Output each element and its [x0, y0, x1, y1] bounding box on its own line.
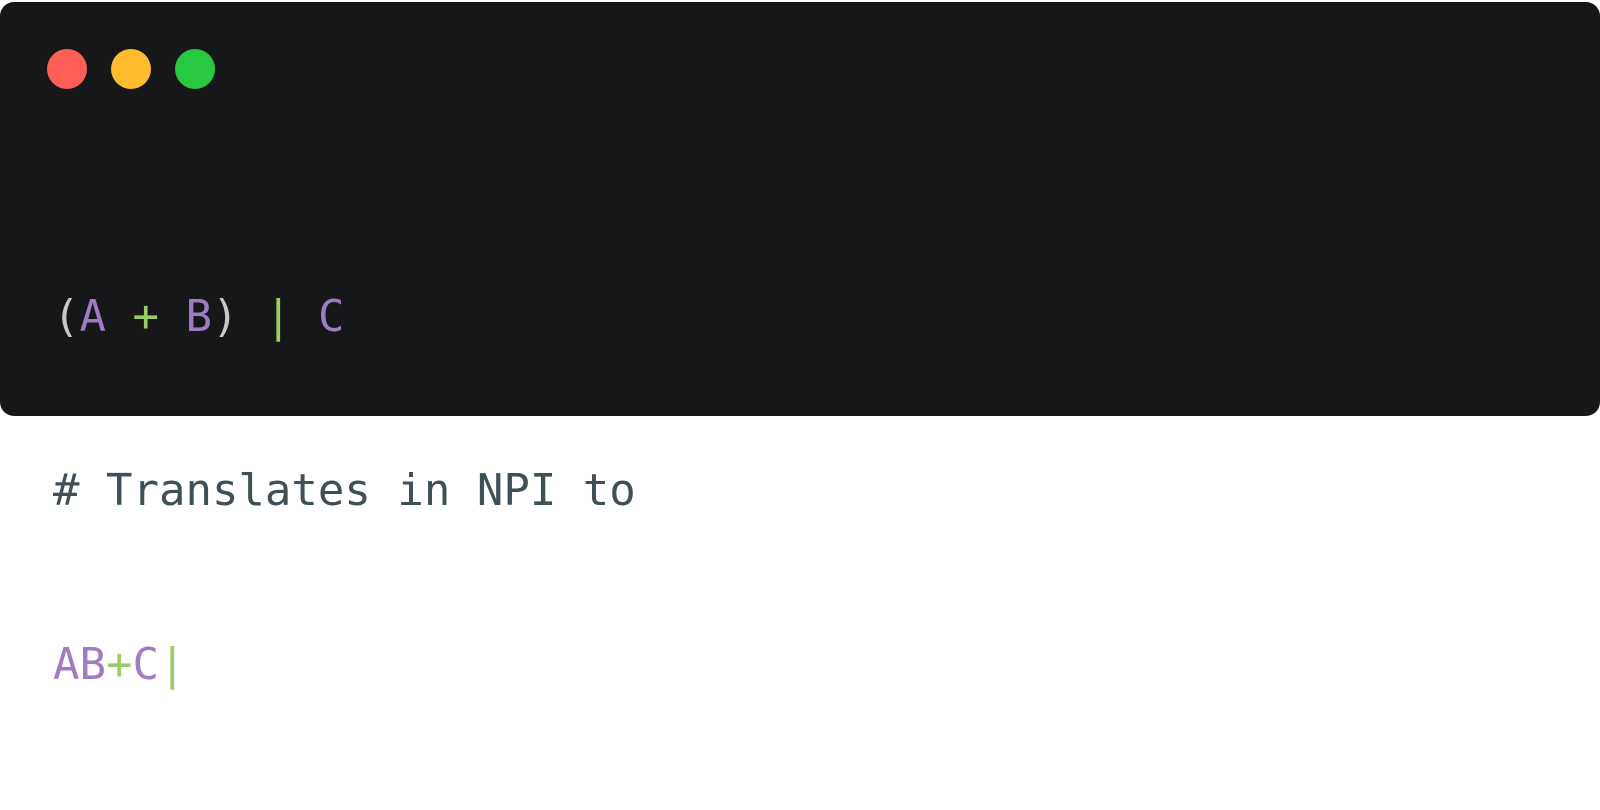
minimize-button[interactable] — [111, 49, 151, 89]
plus-operator: + — [132, 291, 160, 342]
identifier-c: C — [318, 291, 345, 342]
code-line-1: (A + B) | C — [53, 288, 636, 346]
identifier-a: A — [79, 291, 107, 342]
code-comment: # Translates in NPI to — [53, 465, 636, 516]
open-paren: ( — [53, 291, 80, 342]
identifier-c-npi: C — [132, 639, 159, 690]
code-line-2: # Translates in NPI to — [53, 462, 636, 520]
code-window: (A + B) | C # Translates in NPI to AB+C| — [0, 2, 1600, 690]
close-button[interactable] — [47, 49, 87, 89]
pipe-operator-npi: | — [158, 639, 186, 690]
plus-operator-npi: + — [105, 639, 133, 690]
identifier-ab: AB — [53, 639, 106, 690]
identifier-b: B — [185, 291, 213, 342]
window-controls — [47, 49, 215, 89]
close-paren: ) — [212, 291, 239, 342]
maximize-button[interactable] — [175, 49, 215, 89]
code-block: (A + B) | C # Translates in NPI to AB+C| — [53, 172, 636, 810]
pipe-operator: | — [265, 291, 292, 342]
code-line-3: AB+C| — [53, 636, 636, 694]
